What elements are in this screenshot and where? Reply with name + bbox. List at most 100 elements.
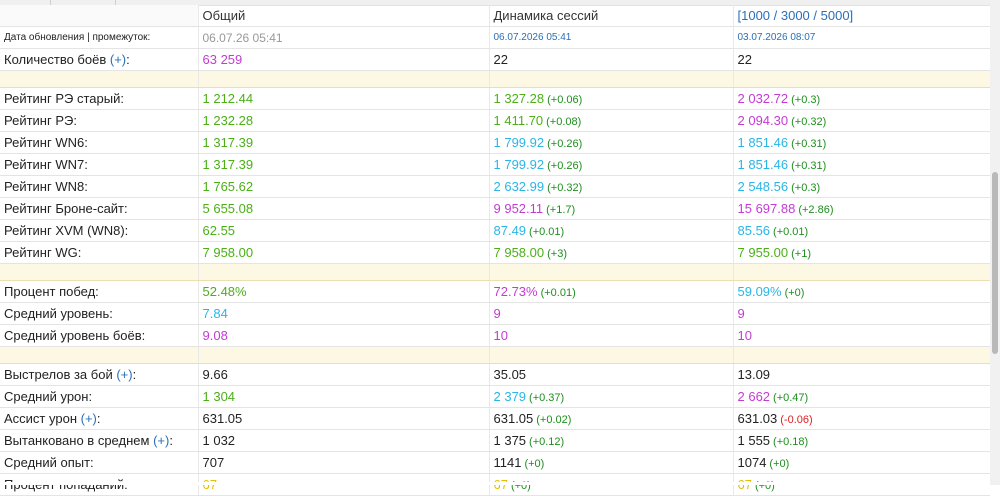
value-range: 1 851.46 (+0.31) — [733, 131, 990, 154]
value-total: 1 765.62 — [198, 175, 490, 198]
header-empty-cell — [0, 5, 199, 27]
delta-value: (+0.37) — [529, 392, 565, 404]
value-range: 2 032.72 (+0.3) — [733, 87, 990, 110]
delta-value: (+0.32) — [547, 182, 583, 194]
value-total: 62.55 — [198, 219, 490, 242]
value-range: 9 — [733, 302, 990, 325]
header-total: Общий — [198, 5, 490, 27]
value-session: 2 632.99 (+0.32) — [489, 175, 734, 198]
table-row: Средний уровень: 7.84 9 9 — [0, 302, 990, 325]
value-session: 35.05 — [489, 363, 734, 386]
value-session: 1 799.92 (+0.26) — [489, 153, 734, 176]
delta-value: (+0.08) — [546, 116, 582, 128]
table-row: Рейтинг Броне-сайт: 5 655.08 9 952.11 (+1.7… — [0, 197, 990, 220]
row-label: Рейтинг WG: — [0, 241, 199, 264]
table-row: Средний уровень боёв: 9.08 10 10 — [0, 324, 990, 347]
delta-value: (+0) — [524, 458, 545, 470]
table-row: Рейтинг WN8: 1 765.62 2 632.99 (+0.32) 2 548… — [0, 175, 990, 198]
delta-value: (+0.18) — [773, 436, 809, 448]
expand-plus-button[interactable]: (+) — [116, 367, 132, 382]
vertical-scrollbar[interactable] — [990, 0, 1000, 485]
value-total: 631.05 — [198, 407, 490, 430]
value-total: 9.08 — [198, 324, 490, 347]
value-range: 1 555 (+0.18) — [733, 429, 990, 452]
delta-value: (+0.3) — [791, 182, 821, 194]
row-label: Ассист урон (+): — [0, 407, 199, 430]
row-label: Выстрелов за бой (+): — [0, 363, 199, 386]
value-range: 2 548.56 (+0.3) — [733, 175, 990, 198]
value-range: 1074 (+0) — [733, 451, 990, 474]
update-date-range: 03.07.2026 08:07 — [733, 26, 990, 49]
row-label: Количество боёв (+): — [0, 48, 199, 71]
header-battle-ranges[interactable]: [1000 / 3000 / 5000] — [733, 5, 990, 27]
value-total: 52.48% — [198, 280, 490, 303]
delta-value: (+0) — [784, 287, 805, 299]
scrollbar-thumb[interactable] — [992, 172, 998, 354]
delta-value: (+0.01) — [540, 287, 576, 299]
row-label: Рейтинг WN8: — [0, 175, 199, 198]
value-range: 7 955.00 (+1) — [733, 241, 990, 264]
table-row: Ассист урон (+): 631.05 631.05 (+0.02) 631.0… — [0, 407, 990, 430]
table-header-row: Общий Динамика сессий [1000 / 3000 / 500… — [0, 5, 990, 27]
delta-value: (+0.26) — [547, 138, 583, 150]
delta-value: (+3) — [547, 248, 567, 260]
delta-value: (+0.32) — [791, 116, 827, 128]
delta-value: (-0.06) — [780, 414, 813, 426]
delta-value: (+1) — [791, 248, 811, 260]
delta-value: (+0.06) — [547, 94, 583, 106]
delta-value: (+0.26) — [547, 160, 583, 172]
table-row: Рейтинг РЭ старый: 1 212.44 1 327.28 (+0.06… — [0, 87, 990, 110]
battles-total: 63 259 — [198, 48, 490, 71]
value-session: 1 375 (+0.12) — [489, 429, 734, 452]
row-label: Дата обновления | промежуток: — [0, 26, 199, 49]
value-total: 1 232.28 — [198, 109, 490, 132]
value-range: 2 662 (+0.47) — [733, 385, 990, 408]
value-session: 1 327.28 (+0.06) — [489, 87, 734, 110]
delta-value: (+0.31) — [791, 160, 827, 172]
header-session-dynamics: Динамика сессий — [489, 5, 734, 27]
update-date-total: 06.07.26 05:41 — [198, 26, 490, 49]
table-row: Рейтинг WN6: 1 317.39 1 799.92 (+0.26) 1 851… — [0, 131, 990, 154]
value-session: 631.05 (+0.02) — [489, 407, 734, 430]
table-row-update-date: Дата обновления | промежуток: 06.07.26 0… — [0, 26, 990, 49]
value-range: 631.03 (-0.06) — [733, 407, 990, 430]
row-label: Вытанковано в среднем (+): — [0, 429, 199, 452]
expand-plus-button[interactable]: (+) — [110, 52, 126, 67]
value-session: 1141 (+0) — [489, 451, 734, 474]
row-label: Средний уровень: — [0, 302, 199, 325]
table-row: Рейтинг XVM (WN8): 62.55 87.49 (+0.01) 85.56… — [0, 219, 990, 242]
row-label: Рейтинг XVM (WN8): — [0, 219, 199, 242]
table-row: Рейтинг WN7: 1 317.39 1 799.92 (+0.26) 1 851… — [0, 153, 990, 176]
delta-value: (+0.3) — [791, 94, 821, 106]
value-total: 1 304 — [198, 385, 490, 408]
delta-value: (+0.12) — [529, 436, 565, 448]
battle-range-link[interactable]: [1000 / 3000 / 5000] — [738, 8, 854, 23]
delta-value: (+0) — [769, 458, 790, 470]
delta-value: (+0.02) — [536, 414, 572, 426]
value-range: 15 697.88 (+2.86) — [733, 197, 990, 220]
row-label: Средний опыт: — [0, 451, 199, 474]
battles-session: 22 — [489, 48, 734, 71]
expand-plus-button[interactable]: (+) — [81, 411, 97, 426]
row-label: Рейтинг Броне-сайт: — [0, 197, 199, 220]
row-label: Процент побед: — [0, 280, 199, 303]
value-total: 7 958.00 — [198, 241, 490, 264]
value-total: 5 655.08 — [198, 197, 490, 220]
value-session: 1 799.92 (+0.26) — [489, 131, 734, 154]
table-row: Средний урон: 1 304 2 379 (+0.37) 2 662 (+0.4… — [0, 385, 990, 408]
update-date-session: 06.07.2026 05:41 — [489, 26, 734, 49]
value-total: 7.84 — [198, 302, 490, 325]
value-session: 9 — [489, 302, 734, 325]
value-range: 13.09 — [733, 363, 990, 386]
value-session: 1 411.70 (+0.08) — [489, 109, 734, 132]
section-spacer — [0, 263, 990, 281]
table-row: Средний опыт: 707 1141 (+0) 1074 (+0) — [0, 451, 990, 474]
delta-value: (+0.31) — [791, 138, 827, 150]
value-total: 1 317.39 — [198, 131, 490, 154]
expand-plus-button[interactable]: (+) — [153, 433, 169, 448]
delta-value: (+0.01) — [529, 226, 565, 238]
battles-range: 22 — [733, 48, 990, 71]
value-range: 1 851.46 (+0.31) — [733, 153, 990, 176]
table-row: Рейтинг WG: 7 958.00 7 958.00 (+3) 7 955.00(… — [0, 241, 990, 264]
value-session: 7 958.00 (+3) — [489, 241, 734, 264]
